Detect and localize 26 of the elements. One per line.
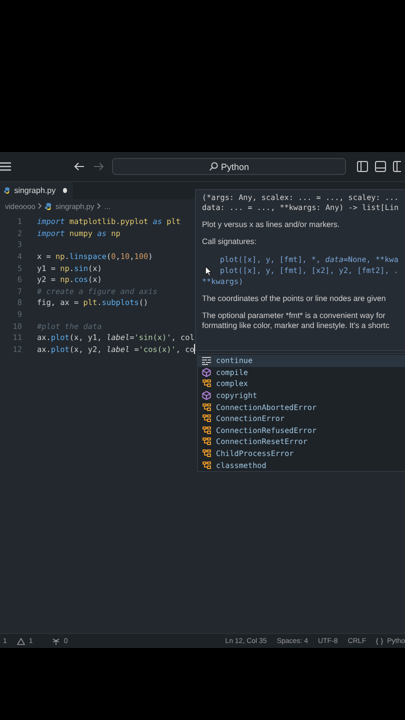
sidebar-layout-icon[interactable] (357, 161, 368, 172)
class-icon (202, 402, 211, 412)
class-icon (202, 426, 211, 435)
braces-icon (376, 638, 384, 644)
class-icon (202, 437, 211, 446)
class-icon (202, 449, 211, 458)
warning-icon (16, 638, 25, 644)
antenna-icon (52, 638, 60, 644)
class-icon (202, 460, 211, 470)
back-arrow-icon[interactable] (74, 162, 85, 171)
secondary-sidebar-icon[interactable] (393, 161, 401, 172)
chevron-icon (38, 203, 42, 209)
chevron-icon (97, 203, 102, 209)
cube-icon (202, 368, 211, 377)
class-icon (202, 379, 211, 388)
class-icon (202, 414, 211, 424)
search-icon (208, 162, 218, 171)
python-file-icon (45, 202, 52, 210)
editor-tab[interactable]: singraph.py (0, 182, 73, 199)
keyword-icon (202, 356, 211, 365)
menu-icon[interactable] (0, 162, 11, 171)
panel-layout-icon[interactable] (375, 161, 386, 172)
command-search-field[interactable]: Python (112, 158, 346, 175)
python-file-icon (4, 187, 10, 194)
mouse-pointer-icon (205, 266, 212, 276)
cube-icon (202, 391, 211, 400)
